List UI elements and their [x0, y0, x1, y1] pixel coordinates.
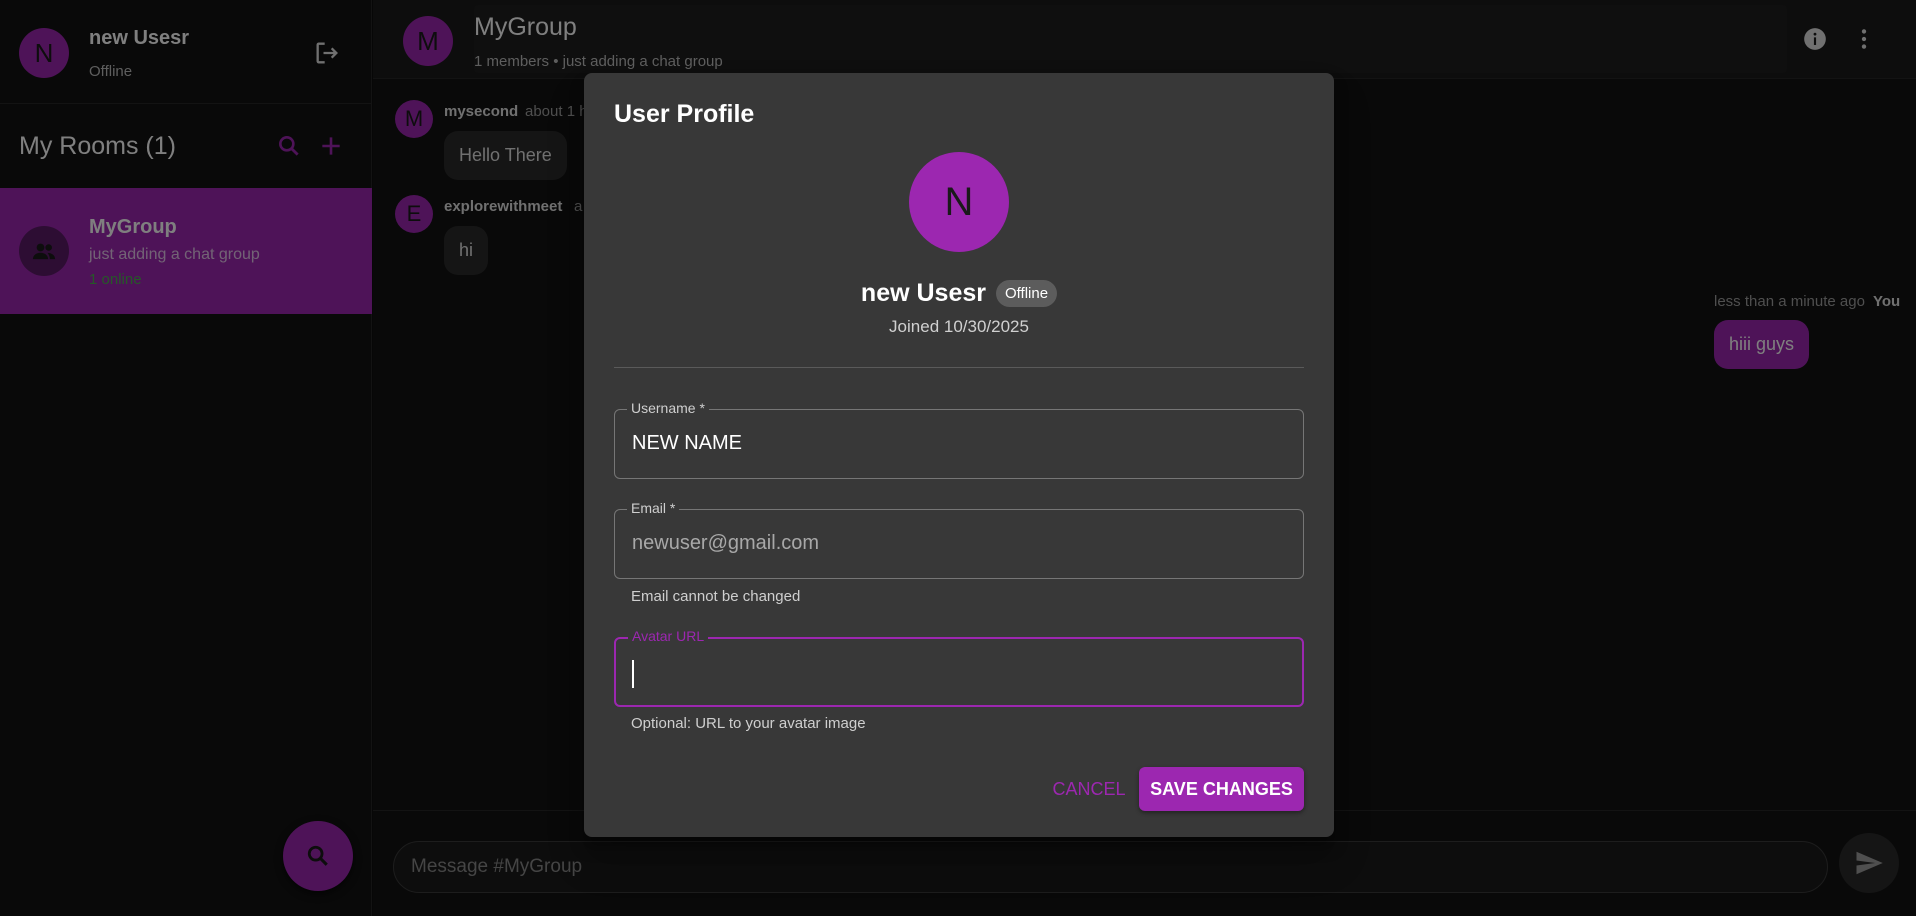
avatar-url-helper-text: Optional: URL to your avatar image — [631, 715, 866, 732]
email-field: Email * newuser@gmail.com — [614, 500, 1304, 579]
email-helper-text: Email cannot be changed — [631, 588, 801, 605]
email-value: newuser@gmail.com — [632, 532, 820, 554]
email-label: Email * — [627, 500, 680, 516]
avatar-url-field[interactable]: Avatar URL — [614, 628, 1304, 707]
username-label: Username * — [627, 400, 709, 416]
profile-name: new Usesr — [860, 278, 986, 307]
user-profile-dialog: User Profile N new Usesr Offline Joined … — [584, 73, 1334, 837]
joined-date: Joined 10/30/2025 — [889, 317, 1029, 336]
profile-name-row: new Usesr Offline — [584, 277, 1334, 309]
username-value[interactable]: NEW NAME — [632, 432, 742, 455]
avatar-url-label: Avatar URL — [628, 628, 709, 644]
cancel-button[interactable]: CANCEL — [1044, 767, 1134, 811]
status-badge: Offline — [995, 279, 1058, 307]
profile-avatar: N — [909, 152, 1009, 252]
divider — [614, 367, 1304, 368]
save-changes-button[interactable]: SAVE CHANGES — [1139, 767, 1304, 811]
dialog-title: User Profile — [614, 100, 755, 128]
text-caret — [632, 660, 634, 688]
username-field[interactable]: Username * NEW NAME — [614, 400, 1304, 479]
